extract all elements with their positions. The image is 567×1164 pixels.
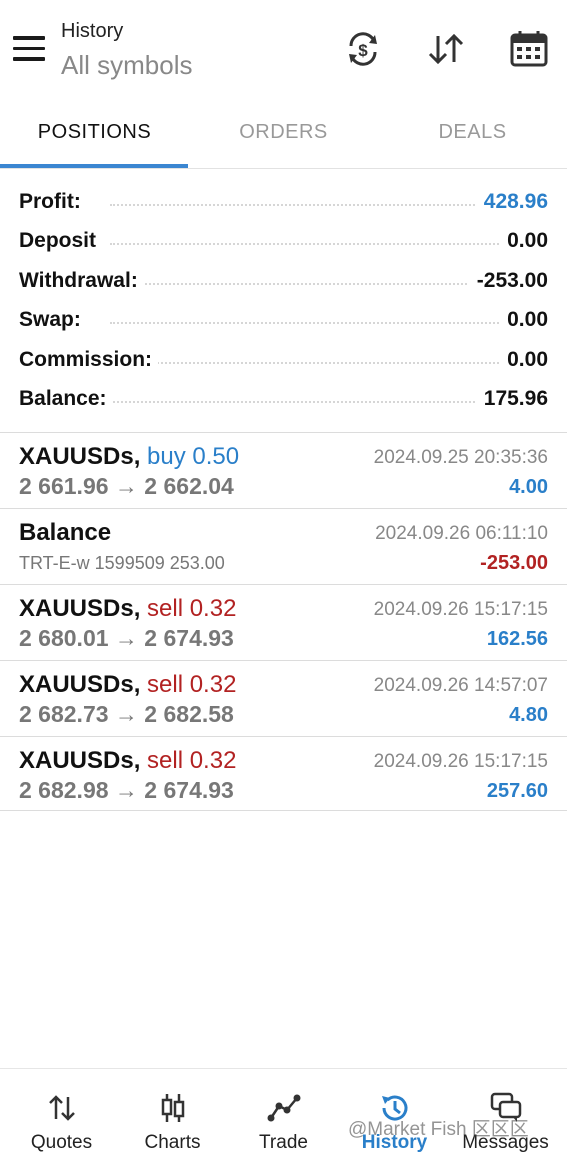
transaction-comment: TRT-E-w 1599509 253.00 [19,553,225,573]
profit-amount: 162.56 [486,628,548,650]
symbol: Balance [19,519,112,546]
sort-icon[interactable] [426,28,466,70]
nav-trade[interactable]: Trade [227,1069,340,1164]
balance-value: 175.96 [475,386,548,411]
header-title[interactable]: All symbols [61,50,192,81]
trade-side: sell 0.32 [147,747,237,774]
header-subtitle: History [61,20,124,42]
dotted-leader [110,282,507,285]
row-title: XAUUSDs, sell 0.32 [19,595,236,623]
dotted-leader [110,243,507,246]
trade-side: buy 0.50 [147,443,240,470]
price-range: 2 682.98 → 2 674.93 [19,777,234,803]
app-header: History All symbols $ [0,0,567,100]
profit-amount: 4.00 [509,476,548,498]
svg-text:$: $ [358,41,368,60]
nav-label: Trade [259,1132,308,1153]
profit-amount: -253.00 [480,552,548,574]
quotes-icon [45,1091,79,1125]
withdrawal-value: -253.00 [468,268,548,293]
charts-icon [156,1091,190,1125]
nav-label: Charts [144,1132,201,1153]
summary-label: Withdrawal: [19,268,144,293]
row-title: XAUUSDs, buy 0.50 [19,443,239,471]
history-row[interactable]: XAUUSDs, sell 0.32 2 682.98 → 2 674.93 2… [0,737,567,812]
calendar-icon[interactable] [509,28,549,70]
timestamp: 2024.09.26 06:11:10 [375,523,548,544]
history-row[interactable]: XAUUSDs, sell 0.32 2 682.73 → 2 682.58 2… [0,661,567,736]
trade-icon [267,1091,301,1125]
tab-bar: POSITIONS ORDERS DEALS [0,100,567,168]
deposit-value: 0.00 [499,229,548,254]
tab-deals[interactable]: DEALS [378,100,567,168]
history-row[interactable]: XAUUSDs, buy 0.50 2 661.96 → 2 662.04 20… [0,433,567,508]
price-range: 2 682.73 → 2 682.58 [19,701,234,727]
history-row[interactable]: Balance TRT-E-w 1599509 253.00 2024.09.2… [0,509,567,584]
divider [0,810,567,811]
price-range: 2 661.96 → 2 662.04 [19,473,234,499]
profit-amount: 4.80 [509,704,548,726]
summary-row-profit: Profit: 428.96 [0,182,567,221]
tab-orders[interactable]: ORDERS [189,100,378,168]
symbol: XAUUSDs, [19,671,141,698]
timestamp: 2024.09.25 20:35:36 [373,447,548,468]
tab-positions[interactable]: POSITIONS [0,100,189,168]
timestamp: 2024.09.26 15:17:15 [373,751,548,772]
swap-value: 0.00 [499,308,548,333]
summary-label: Commission: [19,347,159,372]
summary-label: Swap: [19,308,87,333]
symbol: XAUUSDs, [19,443,141,470]
history-row[interactable]: XAUUSDs, sell 0.32 2 680.01 → 2 674.93 2… [0,585,567,660]
summary-row-deposit: Deposit 0.00 [0,221,567,260]
summary-row-balance: Balance: 175.96 [0,379,567,418]
symbol: XAUUSDs, [19,595,141,622]
timestamp: 2024.09.26 14:57:07 [373,675,548,696]
dotted-leader [110,204,507,206]
summary-row-commission: Commission: 0.00 [0,340,567,379]
timestamp: 2024.09.26 15:17:15 [373,599,548,620]
dotted-leader [110,322,507,325]
profit-value: 428.96 [475,190,548,214]
watermark-text: @Market Fish 区区区 [348,1119,529,1140]
hamburger-menu-icon[interactable] [13,36,45,62]
nav-quotes[interactable]: Quotes [5,1069,118,1164]
summary-row-swap: Swap: 0.00 [0,300,567,339]
symbol: XAUUSDs, [19,747,141,774]
profit-amount: 257.60 [486,780,548,802]
dotted-leader [110,400,507,403]
commission-value: 0.00 [499,347,548,372]
tabs-divider [0,168,567,169]
dotted-leader [110,361,507,364]
row-title: Balance [19,519,111,547]
trade-side: sell 0.32 [147,595,237,622]
nav-charts[interactable]: Charts [116,1069,229,1164]
summary-label: Balance: [19,386,113,411]
nav-label: Quotes [30,1132,93,1153]
row-title: XAUUSDs, sell 0.32 [19,747,236,775]
summary-section: Profit: 428.96 Deposit 0.00 Withdrawal: … [0,182,567,418]
summary-label: Profit: [19,190,87,214]
row-title: XAUUSDs, sell 0.32 [19,671,236,699]
trade-side: sell 0.32 [147,671,237,698]
price-range: 2 680.01 → 2 674.93 [19,625,234,651]
sync-dollar-icon[interactable]: $ [343,28,383,70]
summary-label: Deposit [19,229,103,254]
summary-row-withdrawal: Withdrawal: -253.00 [0,261,567,300]
